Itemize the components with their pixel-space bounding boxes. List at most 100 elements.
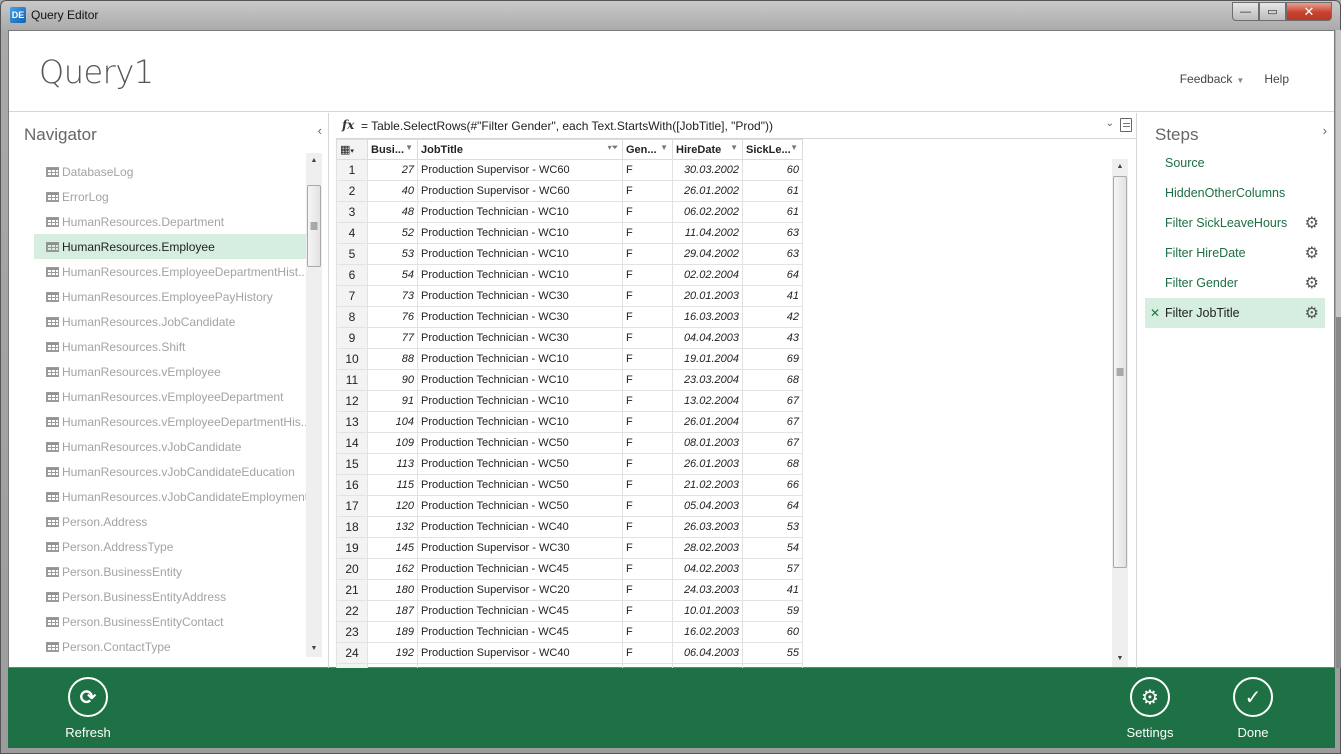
row-number[interactable]: 21 (336, 579, 368, 601)
step-item[interactable]: Filter SickLeaveHours ⚙ (1145, 208, 1325, 238)
table-cell[interactable]: Production Supervisor - WC20 (417, 579, 623, 601)
table-cell[interactable]: F (622, 558, 673, 580)
navigator-item[interactable]: Person.AddressType (34, 534, 306, 559)
table-cell[interactable]: F (622, 285, 673, 307)
table-cell[interactable]: 11.04.2002 (672, 222, 743, 244)
table-cell[interactable]: 67 (742, 432, 803, 454)
table-cell[interactable]: 57 (742, 558, 803, 580)
maximize-button[interactable]: ▭ (1259, 2, 1286, 21)
gear-icon[interactable]: ⚙ (1305, 303, 1319, 323)
row-number[interactable]: 18 (336, 516, 368, 538)
table-cell[interactable]: F (622, 600, 673, 622)
table-cell[interactable]: 26.03.2003 (672, 516, 743, 538)
table-cell[interactable]: 19.01.2004 (672, 348, 743, 370)
table-cell[interactable]: 63 (742, 243, 803, 265)
table-cell[interactable]: 28.02.2003 (672, 537, 743, 559)
navigator-item[interactable]: HumanResources.Employee (34, 234, 306, 259)
table-cell[interactable]: 61 (742, 201, 803, 223)
table-cell[interactable]: Production Supervisor - WC30 (417, 537, 623, 559)
row-number[interactable]: 2 (336, 180, 368, 202)
row-number[interactable]: 19 (336, 537, 368, 559)
table-cell[interactable]: 27 (367, 159, 418, 181)
table-cell[interactable]: Production Technician - WC45 (417, 600, 623, 622)
table-cell[interactable]: Production Technician - WC30 (417, 327, 623, 349)
table-cell[interactable]: 53 (367, 243, 418, 265)
row-number[interactable]: 17 (336, 495, 368, 517)
column-header-jobtitle[interactable]: JobTitle ▾⏷ (417, 139, 623, 160)
column-dropdown-icon[interactable]: ▼ (730, 143, 738, 152)
navigator-item[interactable]: HumanResources.vEmployeeDepartment (34, 384, 306, 409)
table-cell[interactable]: 16.03.2003 (672, 306, 743, 328)
table-cell[interactable]: 192 (367, 642, 418, 664)
table-cell[interactable]: Production Technician - WC50 (417, 432, 623, 454)
table-cell[interactable]: F (622, 537, 673, 559)
table-cell[interactable]: Production Technician - WC30 (417, 306, 623, 328)
query-name[interactable]: Query1 (39, 53, 154, 91)
table-cell[interactable]: 43 (742, 327, 803, 349)
row-number[interactable]: 22 (336, 600, 368, 622)
table-cell[interactable]: 76 (367, 306, 418, 328)
table-cell[interactable]: F (622, 201, 673, 223)
table-cell[interactable]: 64 (742, 495, 803, 517)
row-number[interactable]: 8 (336, 306, 368, 328)
row-number[interactable]: 12 (336, 390, 368, 412)
table-cell[interactable]: Production Technician - WC50 (417, 453, 623, 475)
scroll-up-arrow-icon[interactable]: ▲ (306, 153, 322, 169)
navigator-item[interactable]: HumanResources.EmployeeDepartmentHist... (34, 259, 306, 284)
navigator-item[interactable]: Person.BusinessEntityAddress (34, 584, 306, 609)
navigator-item[interactable]: HumanResources.JobCandidate (34, 309, 306, 334)
table-cell[interactable]: 61 (742, 180, 803, 202)
table-cell[interactable]: F (622, 474, 673, 496)
done-button[interactable]: ✓ Done (1213, 677, 1293, 740)
table-cell[interactable]: 04.02.2003 (672, 558, 743, 580)
table-cell[interactable]: Production Supervisor - WC40 (417, 642, 623, 664)
table-cell[interactable]: Production Technician - WC10 (417, 201, 623, 223)
table-cell[interactable]: 63 (742, 222, 803, 244)
scrollbar-thumb[interactable] (1113, 176, 1127, 568)
table-cell[interactable]: 02.02.2004 (672, 264, 743, 286)
table-cell[interactable]: Production Technician - WC50 (417, 474, 623, 496)
table-cell[interactable]: 91 (367, 390, 418, 412)
table-cell[interactable]: 41 (742, 285, 803, 307)
step-item[interactable]: Filter HireDate ⚙ (1145, 238, 1325, 268)
row-number[interactable]: 11 (336, 369, 368, 391)
navigator-item[interactable]: DatabaseLog (34, 159, 306, 184)
column-dropdown-icon[interactable]: ▼ (405, 143, 413, 152)
table-cell[interactable]: 54 (367, 264, 418, 286)
table-cell[interactable]: Production Supervisor - WC60 (417, 159, 623, 181)
table-cell[interactable]: 13.02.2004 (672, 390, 743, 412)
row-number[interactable]: 23 (336, 621, 368, 643)
grid-scrollbar[interactable]: ▲ ▼ (1112, 159, 1128, 667)
navigator-scrollbar[interactable]: ▲ ▼ (306, 153, 322, 657)
expand-formula-icon[interactable]: ⌄ (1106, 118, 1114, 129)
table-cell[interactable]: Production Technician - WC45 (417, 558, 623, 580)
table-cell[interactable]: F (622, 369, 673, 391)
table-cell[interactable]: 64 (742, 264, 803, 286)
gear-icon[interactable]: ⚙ (1305, 213, 1319, 233)
navigator-item[interactable]: HumanResources.vJobCandidateEducation (34, 459, 306, 484)
close-button[interactable]: ✕ (1286, 2, 1332, 21)
table-cell[interactable]: 60 (742, 159, 803, 181)
table-cell[interactable]: 73 (367, 285, 418, 307)
table-cell[interactable]: Production Technician - WC30 (417, 285, 623, 307)
table-cell[interactable]: 06.02.2002 (672, 201, 743, 223)
table-cell[interactable]: Production Technician - WC40 (417, 516, 623, 538)
table-cell[interactable]: Production Technician - WC10 (417, 390, 623, 412)
table-cell[interactable]: 189 (367, 621, 418, 643)
row-number[interactable]: 3 (336, 201, 368, 223)
table-cell[interactable]: 67 (742, 390, 803, 412)
table-cell[interactable]: 26.01.2004 (672, 411, 743, 433)
table-cell[interactable]: F (622, 621, 673, 643)
navigator-item[interactable]: HumanResources.vEmployeeDepartmentHis... (34, 409, 306, 434)
step-item[interactable]: ✕ Filter JobTitle ⚙ (1145, 298, 1325, 328)
column-dropdown-icon[interactable]: ▼ (660, 143, 668, 152)
step-item[interactable]: Filter Gender ⚙ (1145, 268, 1325, 298)
formula-input[interactable]: = Table.SelectRows(#"Filter Gender", eac… (361, 119, 773, 133)
row-number[interactable]: 13 (336, 411, 368, 433)
navigator-item[interactable]: HumanResources.vJobCandidate (34, 434, 306, 459)
navigator-item[interactable]: HumanResources.Department (34, 209, 306, 234)
navigator-item[interactable]: HumanResources.vEmployee (34, 359, 306, 384)
table-cell[interactable]: F (622, 432, 673, 454)
table-cell[interactable]: 05.04.2003 (672, 495, 743, 517)
navigator-item[interactable]: ErrorLog (34, 184, 306, 209)
